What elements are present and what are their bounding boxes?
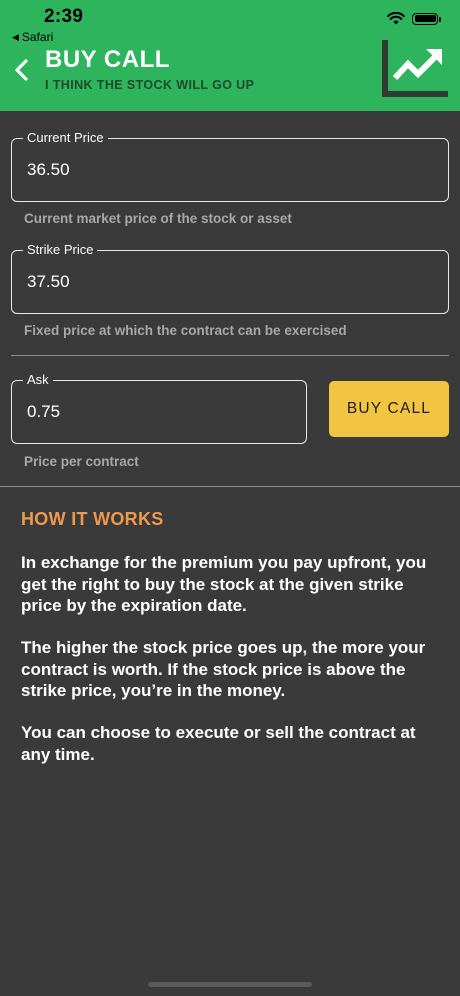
section-divider	[11, 355, 449, 356]
battery-icon	[412, 12, 441, 25]
back-to-app-link[interactable]: ◀ Safari	[12, 30, 53, 44]
page-subtitle: I THINK THE STOCK WILL GO UP	[45, 78, 255, 92]
back-app-label: Safari	[21, 30, 54, 44]
how-it-works-paragraph: You can choose to execute or sell the co…	[21, 723, 416, 764]
header-bar: 2:39 ◀ Safari BUY CALL I THINK THE STOCK…	[0, 0, 460, 111]
how-it-works-paragraph: In exchange for the premium you pay upfr…	[21, 553, 427, 615]
ask-field[interactable]: Ask 0.75	[11, 372, 307, 444]
home-indicator[interactable]	[148, 982, 312, 987]
current-price-helper: Current market price of the stock or ass…	[24, 211, 292, 226]
trending-up-chart-icon	[382, 40, 448, 97]
current-price-value: 36.50	[27, 160, 70, 179]
section-divider	[0, 486, 460, 487]
strike-price-helper: Fixed price at which the contract can be…	[24, 323, 347, 338]
current-price-field[interactable]: Current Price 36.50	[11, 130, 449, 202]
buy-call-button[interactable]: BUY CALL	[329, 381, 449, 437]
how-it-works-paragraph: The higher the stock price goes up, the …	[21, 638, 426, 700]
back-chevron-icon[interactable]	[12, 57, 32, 83]
ask-value: 0.75	[27, 402, 61, 421]
back-triangle-icon: ◀	[12, 31, 19, 42]
strike-price-value: 37.50	[27, 272, 70, 291]
ask-helper: Price per contract	[24, 454, 139, 469]
how-it-works-heading: HOW IT WORKS	[21, 509, 164, 529]
strike-price-field[interactable]: Strike Price 37.50	[11, 242, 449, 314]
wifi-icon	[387, 12, 405, 25]
status-icons	[387, 12, 441, 25]
status-time: 2:39	[44, 6, 84, 27]
page-title: BUY CALL	[45, 46, 170, 73]
